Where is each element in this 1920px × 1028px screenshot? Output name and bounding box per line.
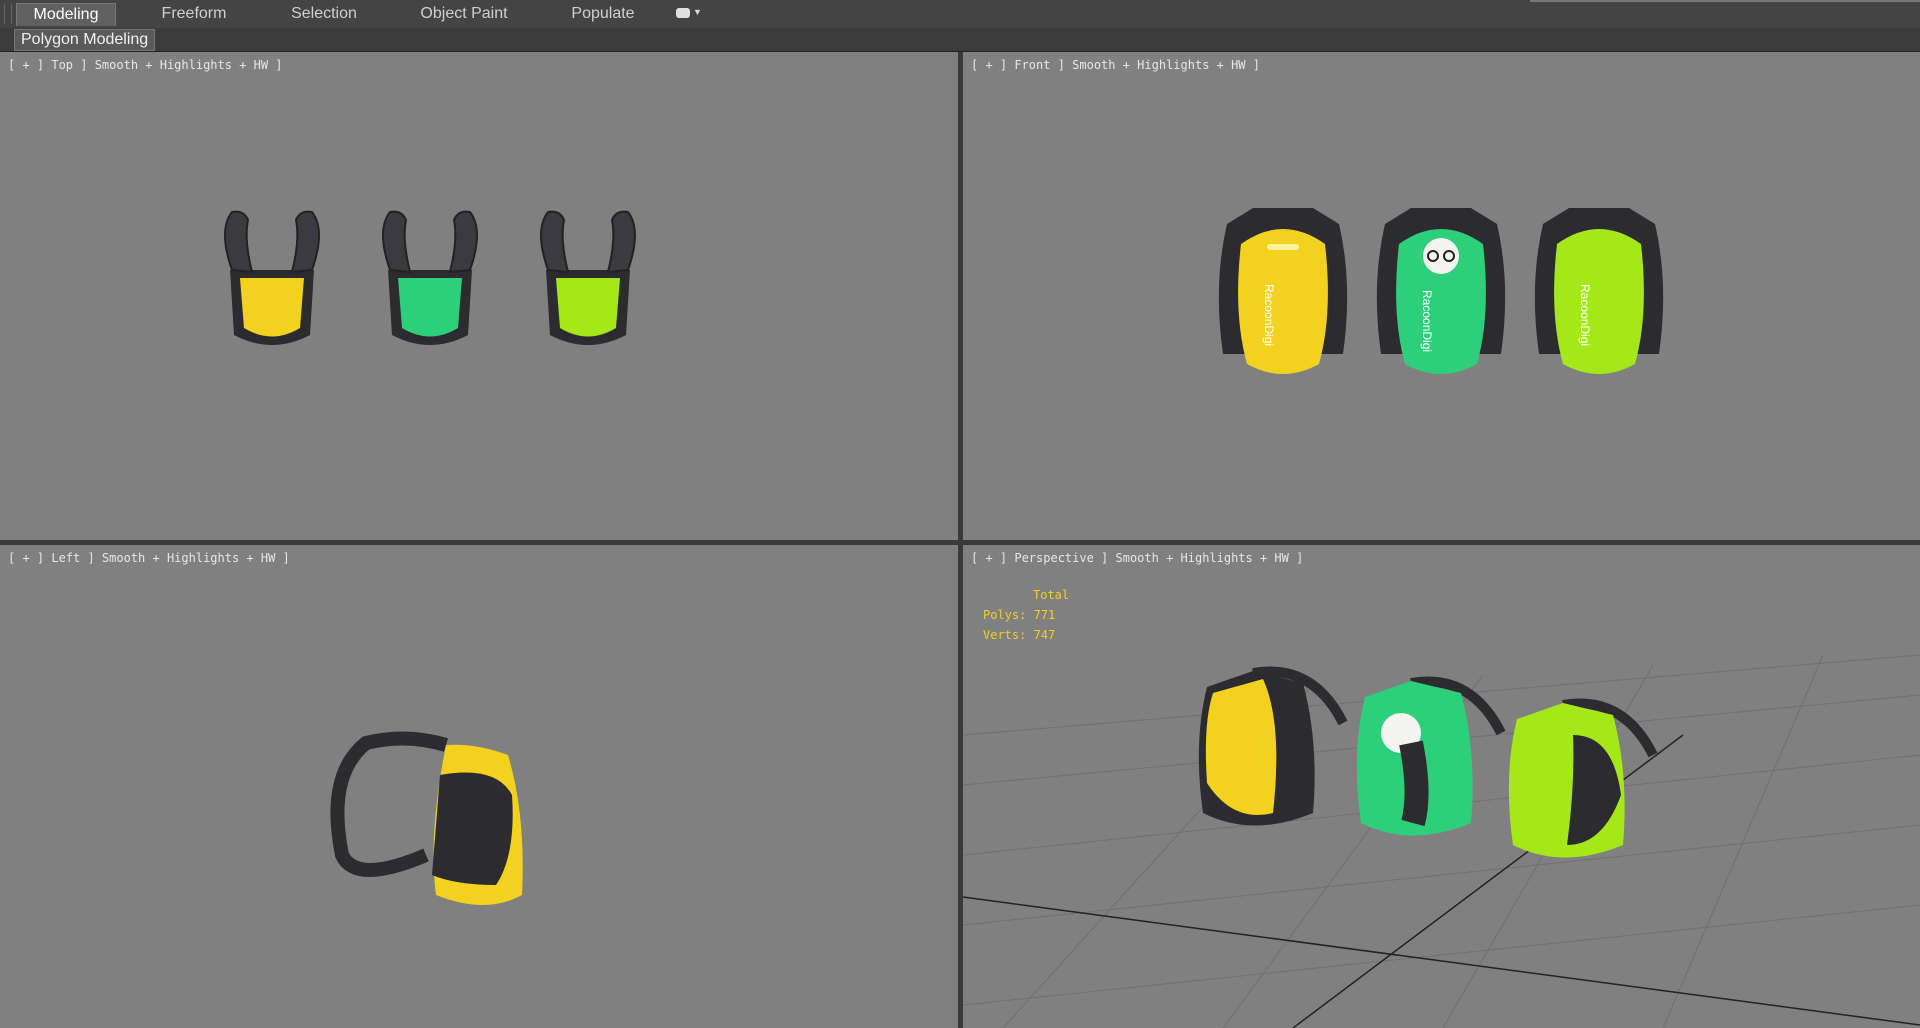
viewport-perspective[interactable]: [ + ] Perspective ] Smooth + Highlights … (963, 545, 1920, 1028)
brand-text: RacoonDigi (1420, 290, 1434, 352)
top-view-backpacks (224, 210, 636, 345)
viewport-top[interactable]: [ + ] Top ] Smooth + Highlights + HW ] (0, 52, 958, 540)
ribbon-panel-bar: Polygon Modeling (0, 28, 1920, 52)
backpack-front-lime: RacoonDigi (1534, 208, 1664, 374)
backpack-top-green (382, 210, 478, 345)
backpack-persp-yellow (1198, 666, 1348, 826)
ribbon-options-icon[interactable] (676, 8, 690, 18)
tab-object-paint[interactable]: Object Paint (408, 3, 520, 25)
polygon-modeling-panel[interactable]: Polygon Modeling (14, 29, 156, 51)
backpack-front-green: RacoonDigi (1376, 208, 1506, 374)
chevron-down-icon[interactable]: ▼ (693, 7, 702, 17)
backpack-persp-lime (1508, 698, 1658, 858)
ribbon: Modeling Freeform Selection Object Paint… (0, 0, 1920, 29)
tab-selection[interactable]: Selection (278, 3, 370, 25)
perspective-scene (963, 654, 1920, 1028)
backpack-top-lime (540, 210, 636, 345)
viewport-front[interactable]: [ + ] Front ] Smooth + Highlights + HW ]… (963, 52, 1920, 540)
grid-axis-y (1292, 734, 1684, 1028)
brand-text: RacoonDigi (1578, 284, 1592, 346)
backpack-persp-green (1356, 676, 1506, 836)
ribbon-grip[interactable] (4, 4, 12, 24)
backpack-top-yellow (224, 210, 320, 345)
backpack-left-yellow (330, 731, 523, 905)
tab-freeform[interactable]: Freeform (146, 3, 242, 25)
viewport-left[interactable]: [ + ] Left ] Smooth + Highlights + HW ] (0, 545, 958, 1028)
left-view-backpack (330, 731, 523, 905)
front-view-backpacks: RacoonDigi RacoonDigi RacoonDigi (1218, 208, 1664, 374)
tab-modeling[interactable]: Modeling (16, 3, 116, 26)
backpack-front-yellow: RacoonDigi (1218, 208, 1348, 374)
ribbon-divider (1530, 0, 1920, 2)
tab-populate[interactable]: Populate (560, 3, 646, 25)
brand-text: RacoonDigi (1262, 284, 1276, 346)
